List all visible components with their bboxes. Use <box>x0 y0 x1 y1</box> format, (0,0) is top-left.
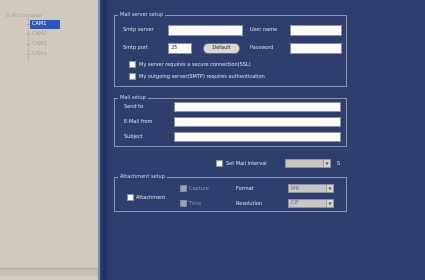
tree-item-cam4[interactable]: CAM4 <box>27 50 60 59</box>
password-label: Password <box>250 45 274 51</box>
time-checkbox-label: Time <box>189 201 202 207</box>
user-name-input[interactable] <box>290 25 342 36</box>
capture-checkbox[interactable] <box>180 185 187 192</box>
email-from-label: E-Mail from <box>124 119 153 125</box>
tree-item-label: CAM1 <box>32 21 47 27</box>
mail-interval-checkbox[interactable] <box>216 160 223 167</box>
send-to-input[interactable] <box>174 102 341 112</box>
ssl-checkbox[interactable] <box>129 61 136 68</box>
tree-item-label: CAM3 <box>32 41 47 47</box>
user-name-label: User name <box>250 27 278 33</box>
smtp-port-label: Smtp port <box>123 45 149 51</box>
tree-root-label: All Cameras <box>11 13 42 19</box>
resolution-select[interactable]: CIF ▼ <box>288 199 334 208</box>
time-checkbox[interactable] <box>180 200 187 207</box>
format-select[interactable]: jpg ▼ <box>288 184 334 193</box>
sidebar-scrollbar[interactable] <box>0 268 98 276</box>
tree-item-cam3[interactable]: CAM3 <box>27 40 60 49</box>
smtp-auth-checkbox[interactable] <box>129 73 136 80</box>
email-from-input[interactable] <box>174 117 341 127</box>
mail-interval-select[interactable]: ▼ <box>285 159 331 168</box>
mail-server-group-title: Mail server setup <box>118 12 166 18</box>
smtp-server-input[interactable] <box>168 25 243 36</box>
smtp-port-input[interactable]: 25 <box>168 43 192 54</box>
chevron-down-icon: ▼ <box>326 185 333 192</box>
smtp-auth-checkbox-label: My outgoing server(SMTP) requires authen… <box>139 74 265 80</box>
mail-interval-label: Set Mail Interval <box>226 161 267 167</box>
tree-item-cam2[interactable]: CAM2 <box>27 30 60 39</box>
tree-item-label: CAM4 <box>32 51 47 57</box>
camera-tree-panel: ⊟ All Cameras CAM1 CAM2 CAM3 CAM4 <box>0 0 100 280</box>
attachment-checkbox[interactable] <box>127 194 134 201</box>
resolution-label: Resolution <box>236 201 263 207</box>
send-to-label: Send to <box>124 104 144 110</box>
subject-input[interactable] <box>174 132 341 142</box>
password-input[interactable] <box>290 43 342 54</box>
panel-divider <box>102 0 107 280</box>
mail-setup-group-title: Mail setup <box>118 95 148 101</box>
resolution-select-value: CIF <box>291 200 299 206</box>
format-label: Format <box>236 186 254 192</box>
format-select-value: jpg <box>291 185 299 191</box>
chevron-down-icon: ▼ <box>323 160 330 167</box>
tree-item-label: CAM2 <box>32 31 47 37</box>
default-port-button[interactable]: Default <box>203 43 240 54</box>
attachment-checkbox-label: Attachment <box>136 195 166 201</box>
chevron-down-icon: ▼ <box>326 200 333 207</box>
tree-root-all-cameras[interactable]: ⊟ All Cameras <box>6 13 42 19</box>
capture-checkbox-label: Capture <box>189 186 209 192</box>
smtp-server-label: Smtp server <box>123 27 154 33</box>
ssl-checkbox-label: My server requires a secure connection(S… <box>139 62 251 68</box>
mail-interval-unit: S <box>337 161 341 167</box>
tree-item-cam1[interactable]: CAM1 <box>27 20 60 29</box>
attachment-group-title: Attachment setup <box>118 174 167 180</box>
subject-label: Subject <box>124 134 143 140</box>
